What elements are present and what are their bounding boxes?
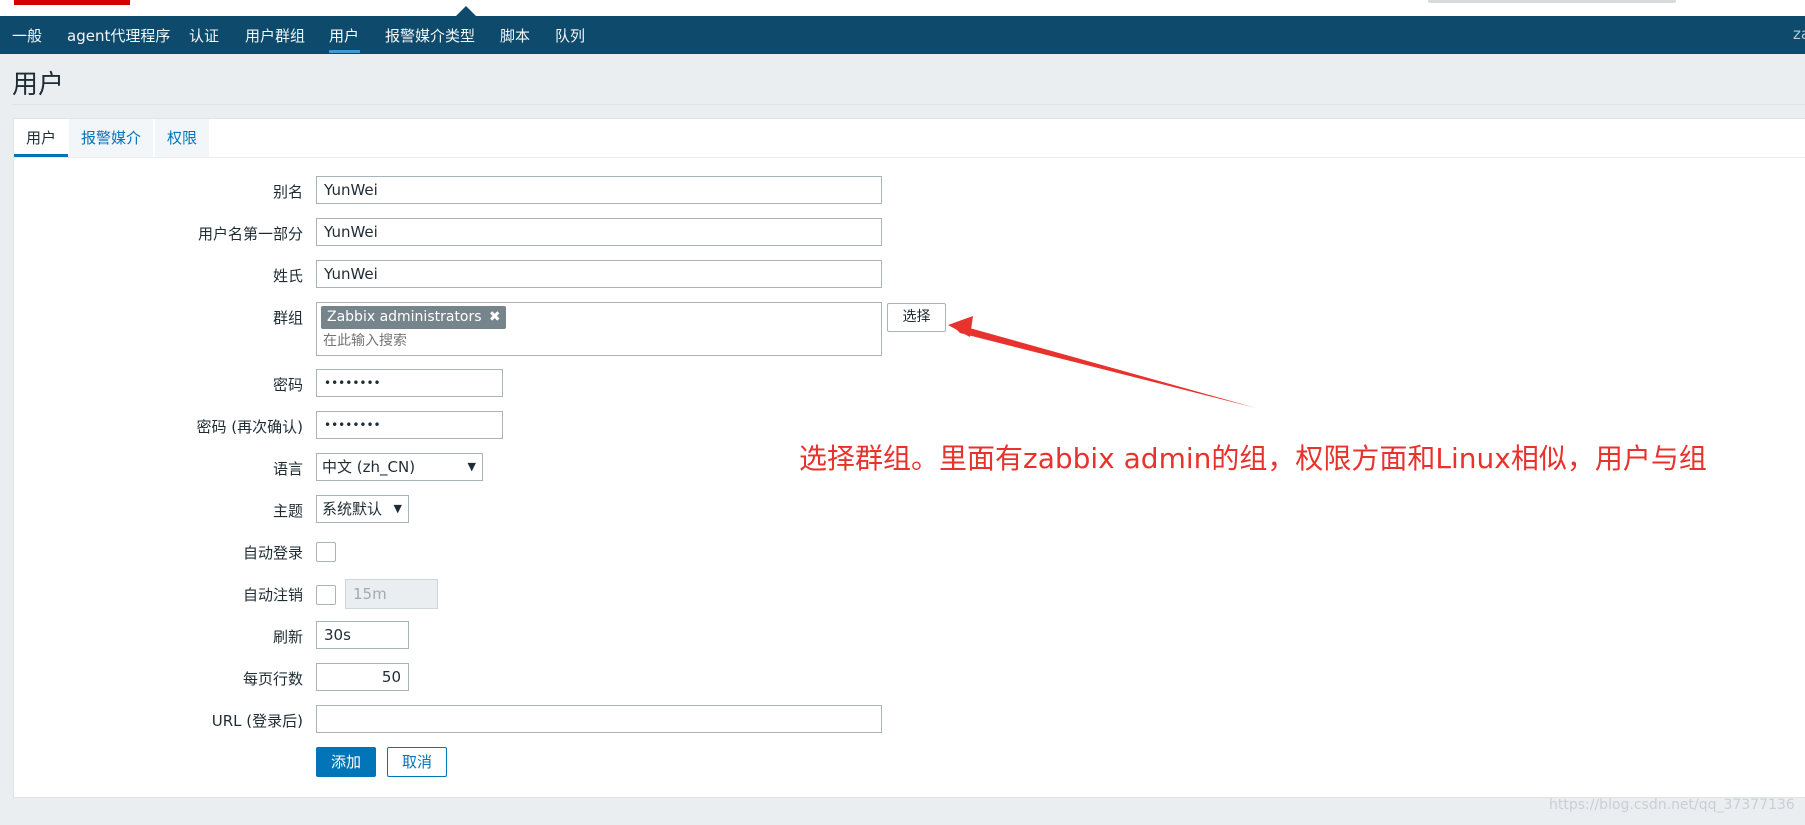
groups-label: 群组 (272, 309, 303, 327)
nav-item-general[interactable]: 一般 (12, 25, 42, 46)
password-input[interactable] (316, 369, 503, 397)
theme-value: 系统默认 (322, 500, 383, 518)
user-menu[interactable]: za (1793, 25, 1805, 43)
url-input[interactable] (316, 705, 882, 733)
autologin-checkbox[interactable] (316, 542, 336, 562)
add-button[interactable]: 添加 (316, 747, 376, 777)
autologout-input: 15m (345, 579, 438, 609)
autologout-checkbox[interactable] (316, 585, 336, 605)
nav-active-underline (329, 50, 360, 53)
tab-permissions[interactable]: 权限 (155, 119, 210, 157)
password-confirm-label: 密码 (再次确认) (196, 418, 303, 436)
cancel-button[interactable]: 取消 (387, 747, 447, 777)
annotation-text: 选择群组。里面有zabbix admin的组，权限方面和Linux相似，用户与组 (799, 442, 1707, 475)
watermark: https://blog.csdn.net/qq_37377136 (1549, 797, 1795, 813)
remove-chip-icon[interactable]: ✖ (489, 306, 501, 329)
nav-item-media-types[interactable]: 报警媒介类型 (385, 25, 475, 46)
title-divider (12, 104, 1805, 105)
first-name-input[interactable] (316, 218, 882, 246)
rows-per-page-input[interactable] (316, 663, 409, 691)
rows-per-page-label: 每页行数 (242, 670, 303, 688)
active-menu-pointer (456, 6, 476, 16)
theme-select[interactable]: 系统默认 ▼ (316, 495, 409, 523)
url-label: URL (登录后) (211, 712, 303, 730)
tab-user[interactable]: 用户 (14, 119, 69, 157)
autologin-label: 自动登录 (242, 544, 303, 562)
password-confirm-input[interactable] (316, 411, 503, 439)
nav-item-scripts[interactable]: 脚本 (500, 25, 530, 46)
nav-item-authentication[interactable]: 认证 (189, 25, 219, 46)
tab-media[interactable]: 报警媒介 (69, 119, 154, 157)
group-chip: Zabbix administrators ✖ (321, 306, 506, 329)
theme-label: 主题 (272, 502, 303, 520)
last-name-label: 姓氏 (272, 267, 303, 285)
nav-item-users[interactable]: 用户 (329, 25, 359, 46)
page-title: 用户 (12, 70, 65, 100)
nav-item-user-groups[interactable]: 用户群组 (245, 25, 305, 46)
refresh-label: 刷新 (272, 628, 303, 646)
autologout-label: 自动注销 (242, 586, 303, 604)
nav-item-proxies[interactable]: agent代理程序 (67, 25, 170, 46)
dropdown-arrow-icon: ▼ (467, 460, 476, 473)
language-label: 语言 (272, 460, 303, 478)
first-name-label: 用户名第一部分 (197, 225, 303, 243)
groups-multiselect[interactable]: Zabbix administrators ✖ (316, 302, 882, 356)
language-value: 中文 (zh_CN) (322, 458, 416, 476)
group-chip-label: Zabbix administrators (327, 309, 482, 325)
alias-input[interactable] (316, 176, 882, 204)
global-search-input[interactable] (1428, 0, 1676, 3)
select-groups-button[interactable]: 选择 (887, 303, 946, 332)
groups-search-input[interactable] (323, 333, 863, 349)
password-label: 密码 (272, 376, 303, 394)
zabbix-logo[interactable] (14, 0, 130, 5)
form-tabs: 用户 报警媒介 权限 (14, 119, 1805, 158)
language-select[interactable]: 中文 (zh_CN) ▼ (316, 453, 483, 481)
alias-label: 别名 (272, 183, 303, 201)
last-name-input[interactable] (316, 260, 882, 288)
admin-submenu-bar: 一般 agent代理程序 认证 用户群组 用户 报警媒介类型 脚本 队列 za (0, 16, 1805, 54)
dropdown-arrow-icon: ▼ (393, 502, 402, 515)
refresh-input[interactable] (316, 621, 409, 649)
nav-item-queue[interactable]: 队列 (555, 25, 585, 46)
